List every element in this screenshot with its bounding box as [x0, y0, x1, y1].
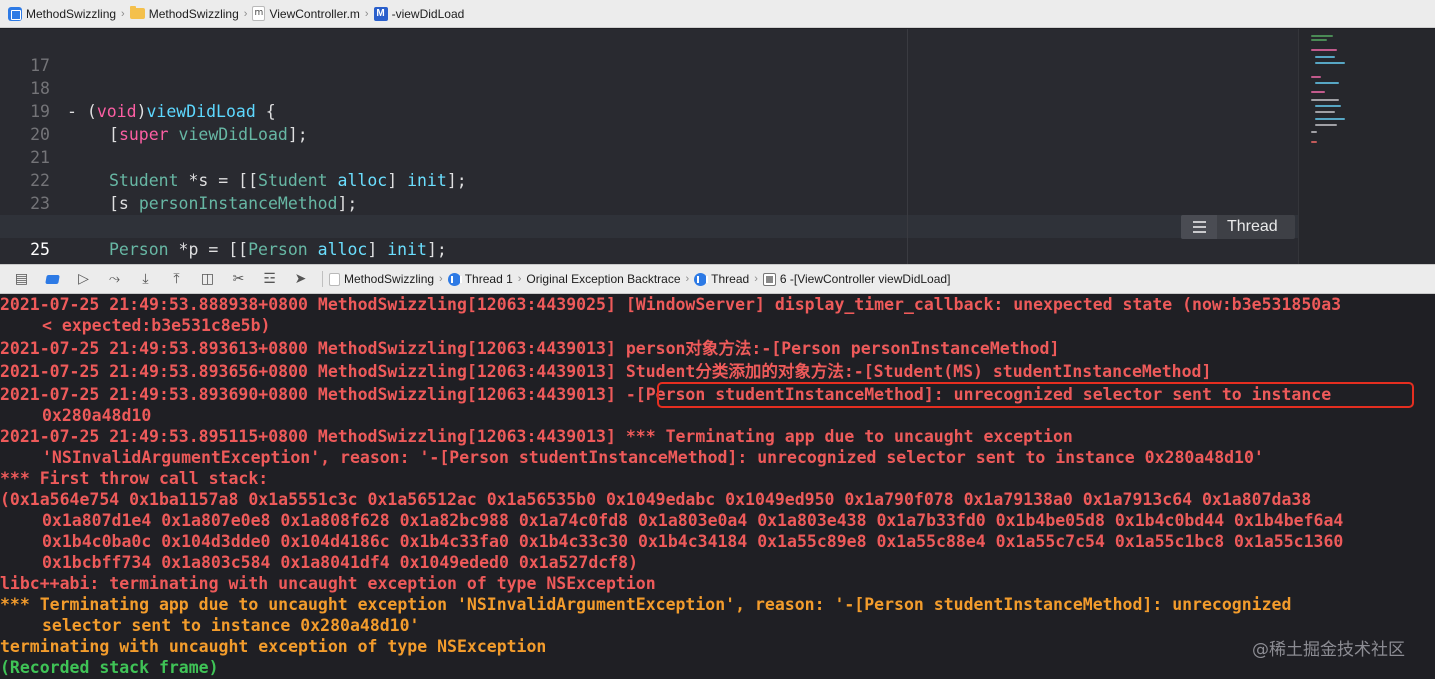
step-over-icon[interactable]: ⤳ — [99, 265, 130, 293]
code-line[interactable]: 17 — [0, 31, 1298, 75]
breadcrumb-group-label: MethodSwizzling — [148, 6, 239, 21]
chevron-right-icon: › — [754, 273, 758, 285]
minimap-line — [1315, 62, 1345, 64]
breadcrumb-method[interactable]: M -viewDidLoad — [373, 6, 465, 21]
minimap-line — [1311, 76, 1321, 78]
error-highlight-box — [657, 382, 1414, 408]
minimap-line — [1315, 56, 1335, 58]
code-editor[interactable]: 17 18 - (void)viewDidLoad { 19 [super vi… — [0, 29, 1435, 305]
minimap-line — [1315, 111, 1335, 113]
stack-frame-icon — [762, 272, 776, 286]
minimap-line — [1311, 141, 1317, 143]
watermark: @稀土掘金技术社区 — [1252, 640, 1405, 660]
thread-icon — [694, 272, 709, 286]
breadcrumb-method-label: -viewDidLoad — [391, 6, 465, 21]
code-line[interactable]: 18 - (void)viewDidLoad { — [0, 54, 1298, 121]
chevron-right-icon: › — [121, 7, 125, 20]
debug-breadcrumb-process[interactable]: MethodSwizzling — [329, 272, 434, 286]
console-line: *** Terminating app due to uncaught exce… — [0, 595, 1292, 614]
debug-breadcrumb-frame[interactable]: 6 -[ViewController viewDidLoad] — [762, 272, 951, 286]
console-line: < expected:b3e531c8e5b) — [42, 316, 271, 335]
code-line-current[interactable]: 25 [p personInstanceMethod]; — [0, 215, 1298, 282]
step-into-icon[interactable]: ⤓ — [130, 265, 161, 293]
debug-console[interactable]: 2021-07-25 21:49:53.888938+0800 MethodSw… — [0, 294, 1435, 679]
console-line: 2021-07-25 21:49:53.893613+0800 MethodSw… — [0, 339, 1060, 358]
environment-overrides-icon[interactable]: ☲ — [254, 265, 285, 293]
chevron-right-icon: › — [685, 273, 690, 285]
minimap-line — [1315, 124, 1337, 126]
chevron-right-icon: › — [243, 7, 248, 20]
memory-graph-icon[interactable]: ✂ — [223, 265, 254, 293]
minimap-line — [1315, 105, 1341, 107]
console-line: 'NSInvalidArgumentException', reason: '-… — [42, 448, 1264, 467]
debug-breadcrumb-thread2[interactable]: Thread — [694, 272, 749, 286]
minimap-line — [1315, 82, 1339, 84]
thread-badge[interactable]: Thread — [1181, 215, 1295, 239]
thread-icon — [447, 272, 462, 286]
debug-frame-label: 6 -[ViewController viewDidLoad] — [779, 272, 951, 286]
console-line: selector sent to instance 0x280a48d10' — [42, 616, 420, 635]
console-line: *** First throw call stack: — [0, 469, 269, 488]
console-line: 0x1b4c0ba0c 0x104d3dde0 0x104d4186c 0x1b… — [42, 532, 1344, 551]
minimap-line — [1311, 131, 1317, 133]
console-line: 2021-07-25 21:49:53.893656+0800 MethodSw… — [0, 362, 1212, 381]
minimap-line — [1311, 99, 1339, 101]
minimap-line — [1315, 118, 1345, 120]
minimap-line — [1311, 35, 1333, 37]
breadcrumb-group[interactable]: MethodSwizzling — [129, 6, 239, 21]
breadcrumb-project-label: MethodSwizzling — [26, 6, 117, 21]
code-line[interactable]: 21 Student *s = [[Student alloc] init]; — [0, 123, 1298, 190]
folder-icon — [129, 6, 145, 19]
code-line[interactable]: 26 } — [0, 238, 1298, 305]
view-hierarchy-icon[interactable]: ◫ — [192, 265, 223, 293]
console-line: 0x1bcbff734 0x1a803c584 0x1a8041df4 0x10… — [42, 553, 639, 572]
method-icon: M — [373, 6, 388, 21]
code-line[interactable]: 23 — [0, 169, 1298, 213]
breadcrumb-file[interactable]: m ViewController.m — [252, 6, 360, 21]
breadcrumb-project[interactable]: MethodSwizzling — [8, 6, 117, 21]
thread-badge-label: Thread — [1227, 218, 1278, 235]
debug-thread-label: Thread 1 — [464, 272, 513, 286]
divider — [322, 271, 323, 287]
console-line: libc++abi: terminating with uncaught exc… — [0, 574, 656, 593]
chevron-right-icon: › — [364, 7, 369, 20]
simulate-location-icon[interactable]: ➤ — [285, 265, 316, 293]
objc-file-icon: m — [252, 6, 266, 21]
code-line[interactable]: 20 — [0, 100, 1298, 144]
console-line: terminating with uncaught exception of t… — [0, 637, 547, 656]
step-out-icon[interactable]: ⤒ — [161, 265, 192, 293]
continue-icon[interactable]: ▷ — [68, 265, 99, 293]
debug-breadcrumb-thread[interactable]: Thread 1 — [447, 272, 513, 286]
chevron-right-icon: › — [439, 273, 443, 285]
code-line[interactable]: 24 Person *p = [[Person alloc] init]; — [0, 192, 1298, 259]
console-line: 0x1a807d1e4 0x1a807e0e8 0x1a808f628 0x1a… — [42, 511, 1344, 530]
console-line: (Recorded stack frame) — [0, 658, 219, 677]
app-icon — [329, 272, 340, 286]
page-guide — [907, 29, 908, 264]
minimap-line — [1311, 49, 1337, 51]
breadcrumb-file-label: ViewController.m — [269, 6, 360, 21]
jump-bar: MethodSwizzling › MethodSwizzling › m Vi… — [0, 0, 1435, 28]
console-line: 2021-07-25 21:49:53.888938+0800 MethodSw… — [0, 295, 1342, 314]
debug-thread2-label: Thread — [711, 272, 750, 286]
toggle-console-icon[interactable]: ▤ — [6, 265, 37, 293]
chevron-right-icon: › — [517, 273, 522, 285]
debug-backtrace-label: Original Exception Backtrace — [526, 272, 681, 286]
minimap-line — [1311, 91, 1325, 93]
debug-breadcrumb-backtrace[interactable]: Original Exception Backtrace — [526, 272, 680, 286]
console-line: (0x1a564e754 0x1ba1157a8 0x1a5551c3c 0x1… — [0, 490, 1312, 509]
code-line[interactable]: 22 [s personInstanceMethod]; — [0, 146, 1298, 213]
menu-icon — [1181, 215, 1217, 239]
code-line[interactable]: 19 [super viewDidLoad]; — [0, 77, 1298, 144]
breakpoints-toggle-icon[interactable] — [37, 265, 68, 293]
minimap-line — [1311, 39, 1327, 41]
project-icon — [8, 6, 22, 21]
debug-bar: ▤ ▷ ⤳ ⤓ ⤒ ◫ ✂ ☲ ➤ MethodSwizzling › Thre… — [0, 264, 1435, 294]
debug-process-label: MethodSwizzling — [344, 272, 435, 286]
minimap[interactable] — [1298, 29, 1435, 264]
console-line: 2021-07-25 21:49:53.895115+0800 MethodSw… — [0, 427, 1073, 446]
console-line: 0x280a48d10 — [42, 406, 152, 425]
